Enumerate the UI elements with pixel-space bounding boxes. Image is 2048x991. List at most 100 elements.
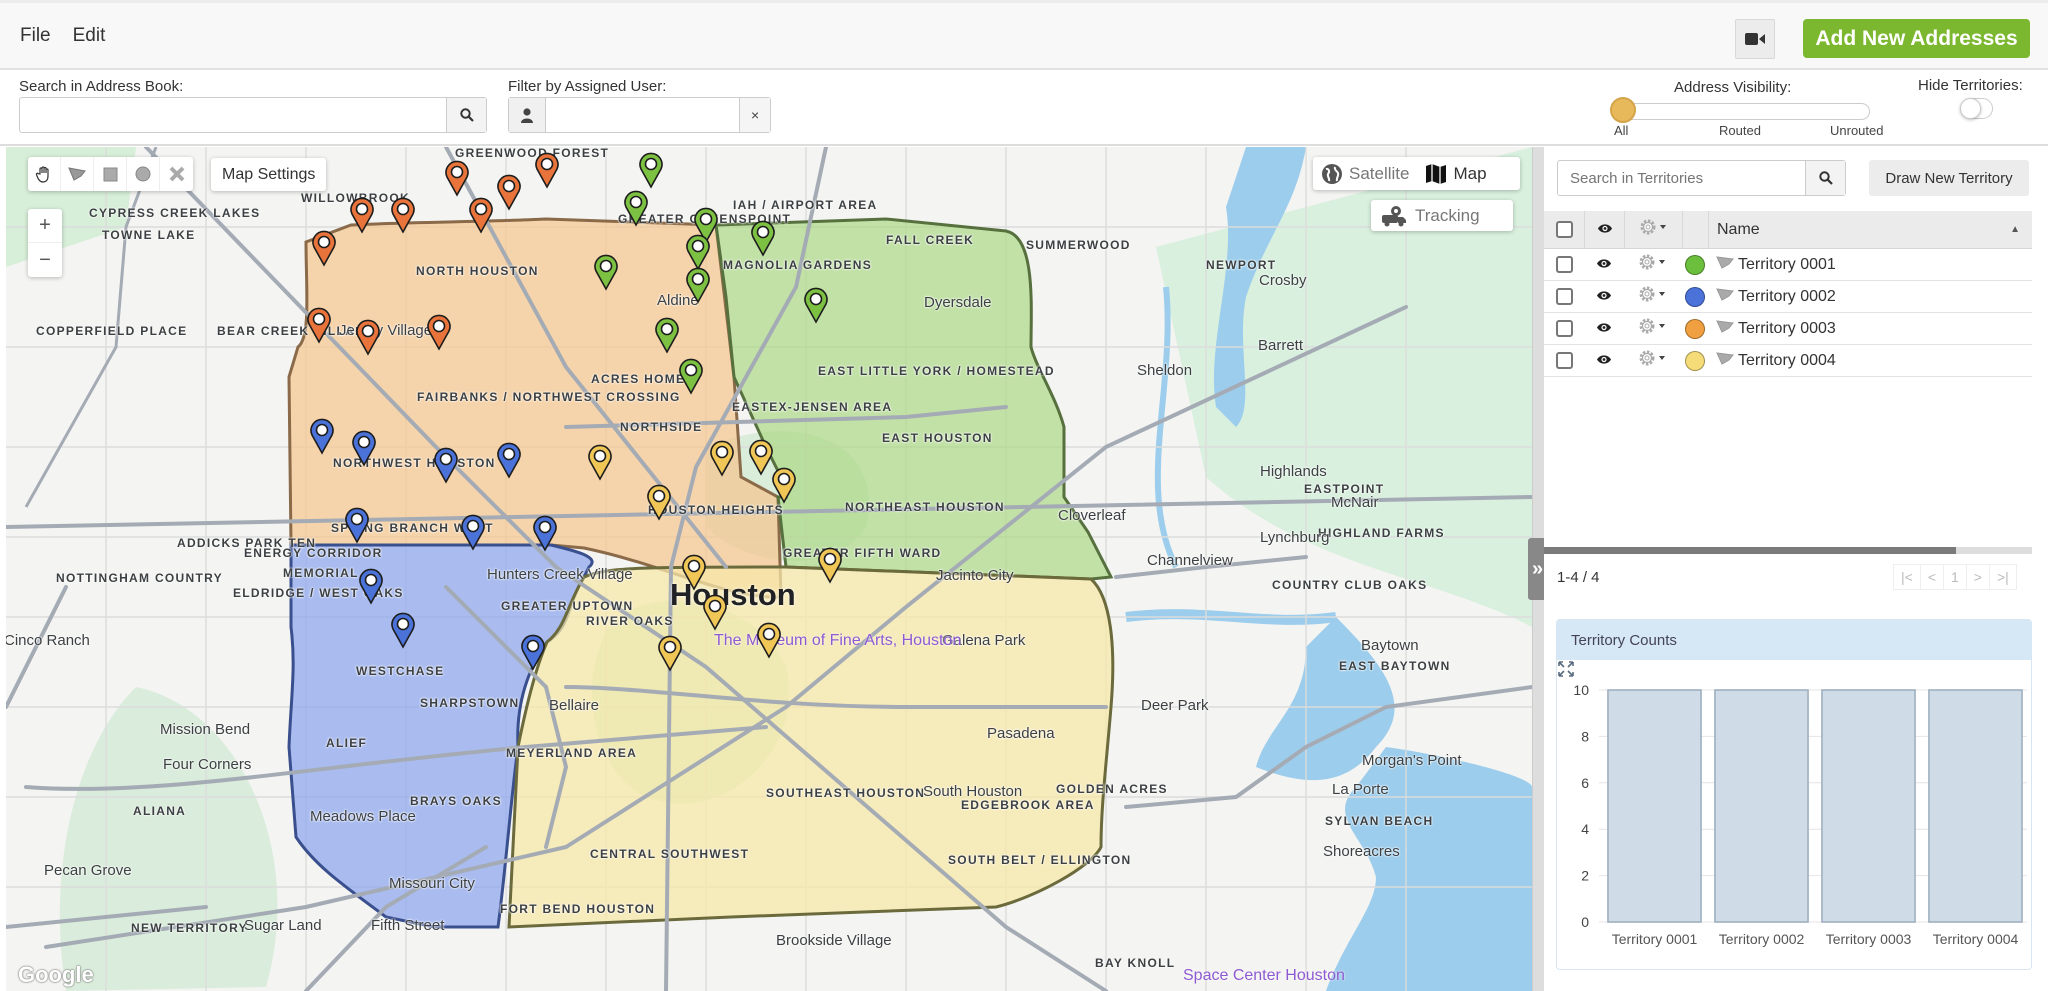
address-marker[interactable] xyxy=(434,447,458,484)
address-marker[interactable] xyxy=(658,635,682,672)
address-marker[interactable] xyxy=(588,444,612,481)
last-page-button[interactable]: >| xyxy=(1990,565,2016,589)
address-visibility-slider-handle[interactable] xyxy=(1610,97,1636,123)
visibility-eye-icon[interactable] xyxy=(1596,256,1612,274)
address-search-input[interactable] xyxy=(20,98,446,132)
address-marker[interactable] xyxy=(772,467,796,504)
territory-name[interactable]: Territory 0002 xyxy=(1738,288,1836,306)
address-marker[interactable] xyxy=(594,254,618,291)
address-marker[interactable] xyxy=(686,234,710,271)
address-marker[interactable] xyxy=(312,230,336,267)
chart-bar[interactable] xyxy=(1607,689,1702,923)
address-marker[interactable] xyxy=(497,442,521,479)
address-marker[interactable] xyxy=(356,319,380,356)
row-actions-gear-icon[interactable] xyxy=(1638,349,1668,372)
rectangle-tool-button[interactable] xyxy=(94,157,127,191)
address-marker[interactable] xyxy=(469,197,493,234)
menu-edit[interactable]: Edit xyxy=(73,25,106,47)
address-visibility-slider[interactable] xyxy=(1622,103,1870,120)
address-marker[interactable] xyxy=(391,197,415,234)
delete-shape-button[interactable] xyxy=(160,157,193,191)
territory-name[interactable]: Territory 0001 xyxy=(1738,256,1836,274)
territory-color-swatch[interactable] xyxy=(1685,350,1705,371)
chart-bar[interactable] xyxy=(1928,689,2023,923)
territory-color-swatch[interactable] xyxy=(1685,254,1705,275)
visibility-eye-icon[interactable] xyxy=(1596,320,1612,338)
visibility-eye-icon[interactable] xyxy=(1596,288,1612,306)
name-column-header[interactable]: Name xyxy=(1717,221,1760,239)
scrollbar-thumb[interactable] xyxy=(1544,547,1956,554)
tracking-button[interactable]: Tracking xyxy=(1371,200,1513,231)
chart-bar[interactable] xyxy=(1714,689,1809,923)
draw-new-territory-button[interactable]: Draw New Territory xyxy=(1869,160,2029,196)
address-marker[interactable] xyxy=(535,152,559,189)
address-marker[interactable] xyxy=(345,507,369,544)
next-page-button[interactable]: > xyxy=(1967,565,1990,589)
territory-search-button[interactable] xyxy=(1805,161,1845,195)
visibility-eye-icon[interactable] xyxy=(1596,352,1612,370)
address-marker[interactable] xyxy=(818,547,842,584)
row-checkbox[interactable] xyxy=(1555,288,1573,305)
address-marker[interactable] xyxy=(655,317,679,354)
address-marker[interactable] xyxy=(757,622,781,659)
address-search-button[interactable] xyxy=(446,98,486,132)
territory-name[interactable]: Territory 0004 xyxy=(1738,352,1836,370)
circle-tool-button[interactable] xyxy=(127,157,160,191)
zoom-out-button[interactable]: − xyxy=(28,243,62,277)
polygon-tool-button[interactable] xyxy=(61,157,94,191)
address-marker[interactable] xyxy=(686,267,710,304)
map-button[interactable]: Map xyxy=(1417,163,1494,185)
first-page-button[interactable]: |< xyxy=(1894,565,1921,589)
map-settings-button[interactable]: Map Settings xyxy=(211,158,327,191)
user-filter-input[interactable] xyxy=(546,98,740,132)
zoom-in-button[interactable]: + xyxy=(28,209,62,243)
address-marker[interactable] xyxy=(639,152,663,189)
visibility-option-routed[interactable]: Routed xyxy=(1719,123,1761,138)
address-marker[interactable] xyxy=(521,634,545,671)
chart-bar[interactable] xyxy=(1821,689,1916,923)
address-marker[interactable] xyxy=(682,554,706,591)
address-marker[interactable] xyxy=(461,514,485,551)
row-actions-gear-icon[interactable] xyxy=(1638,253,1668,276)
address-marker[interactable] xyxy=(391,612,415,649)
row-checkbox[interactable] xyxy=(1555,352,1573,369)
address-marker[interactable] xyxy=(352,430,376,467)
map-view[interactable]: CYPRESS CYPRESS CREEK LAKES TOWNE LAKE W… xyxy=(6,147,1532,991)
video-tutorial-button[interactable] xyxy=(1735,19,1775,59)
territory-name[interactable]: Territory 0003 xyxy=(1738,320,1836,338)
prev-page-button[interactable]: < xyxy=(1921,565,1944,589)
address-marker[interactable] xyxy=(710,440,734,477)
menu-file[interactable]: File xyxy=(20,25,51,47)
row-actions-gear-icon[interactable] xyxy=(1638,285,1668,308)
address-marker[interactable] xyxy=(359,568,383,605)
address-marker[interactable] xyxy=(533,515,557,552)
address-marker[interactable] xyxy=(307,307,331,344)
table-row[interactable]: Territory 0003 xyxy=(1544,313,2032,345)
table-row[interactable]: Territory 0002 xyxy=(1544,281,2032,313)
address-marker[interactable] xyxy=(749,439,773,476)
visibility-option-all[interactable]: All xyxy=(1614,123,1628,138)
row-checkbox[interactable] xyxy=(1555,320,1573,337)
address-marker[interactable] xyxy=(310,418,334,455)
address-marker[interactable] xyxy=(497,174,521,211)
hide-territories-toggle[interactable] xyxy=(1960,98,1993,119)
bulk-actions-gear-icon[interactable] xyxy=(1639,218,1669,241)
address-marker[interactable] xyxy=(427,314,451,351)
sort-ascending-icon[interactable]: ▲ xyxy=(2010,224,2020,235)
add-new-addresses-button[interactable]: Add New Addresses xyxy=(1803,19,2030,58)
table-horizontal-scrollbar[interactable] xyxy=(1544,547,2032,554)
address-marker[interactable] xyxy=(703,594,727,631)
current-page[interactable]: 1 xyxy=(1944,565,1967,589)
table-row[interactable]: Territory 0004 xyxy=(1544,345,2032,377)
address-marker[interactable] xyxy=(647,484,671,521)
address-marker[interactable] xyxy=(445,160,469,197)
clear-user-filter-button[interactable]: × xyxy=(739,98,770,132)
address-marker[interactable] xyxy=(624,190,648,227)
address-marker[interactable] xyxy=(350,197,374,234)
territory-color-swatch[interactable] xyxy=(1685,318,1705,339)
visibility-option-unrouted[interactable]: Unrouted xyxy=(1830,123,1883,138)
address-marker[interactable] xyxy=(804,287,828,324)
table-row[interactable]: Territory 0001 xyxy=(1544,249,2032,281)
row-checkbox[interactable] xyxy=(1555,256,1573,273)
territory-color-swatch[interactable] xyxy=(1685,286,1705,307)
